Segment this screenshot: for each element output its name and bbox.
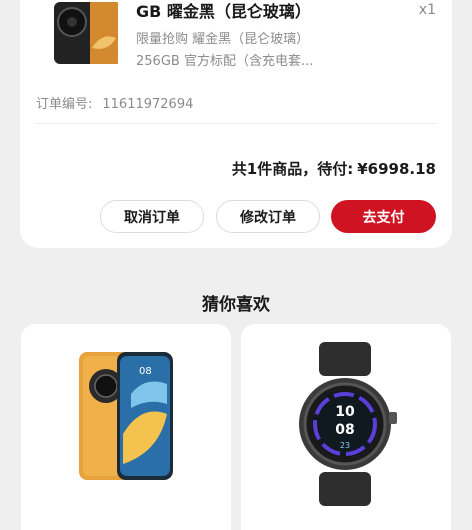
product-title[interactable]: GB 曜金黑（昆仑玻璃） <box>136 0 311 22</box>
cancel-order-button[interactable]: 取消订单 <box>100 200 204 233</box>
divider <box>36 123 436 124</box>
product-thumbnail[interactable] <box>50 2 122 64</box>
order-summary: 共1件商品，待付: ¥6998.18 <box>232 158 436 179</box>
summary-prefix: 共1件商品，待付: <box>231 160 354 178</box>
watch-minute: 08 <box>335 422 354 438</box>
summary-amount: ¥6998.18 <box>357 160 436 178</box>
order-card: GB 曜金黑（昆仑玻璃） x1 限量抢购 耀金黑（昆仑玻璃） 256GB 官方标… <box>20 0 452 248</box>
svg-text:08: 08 <box>139 366 152 377</box>
recommend-item-watch[interactable]: 10 08 23 <box>241 324 451 530</box>
order-number-value: 11611972694 <box>102 97 194 112</box>
recommend-title: 猜你喜欢 <box>202 295 270 315</box>
product-quantity: x1 <box>418 2 436 18</box>
order-number-label: 订单编号: <box>36 97 93 112</box>
order-number-row: 订单编号: 11611972694 <box>36 93 193 112</box>
pay-button[interactable]: 去支付 <box>331 200 436 233</box>
watch-image: 10 08 23 <box>299 342 397 506</box>
modify-order-button[interactable]: 修改订单 <box>216 200 320 233</box>
phone-image: 08 <box>79 352 173 480</box>
product-spec-line-2: 256GB 官方标配（含充电套... <box>136 54 314 69</box>
product-spec-line-1: 限量抢购 耀金黑（昆仑玻璃） <box>136 32 310 47</box>
recommend-item-phone[interactable]: 08 <box>21 324 231 530</box>
watch-date: 23 <box>340 441 350 450</box>
watch-hour: 10 <box>335 404 355 420</box>
